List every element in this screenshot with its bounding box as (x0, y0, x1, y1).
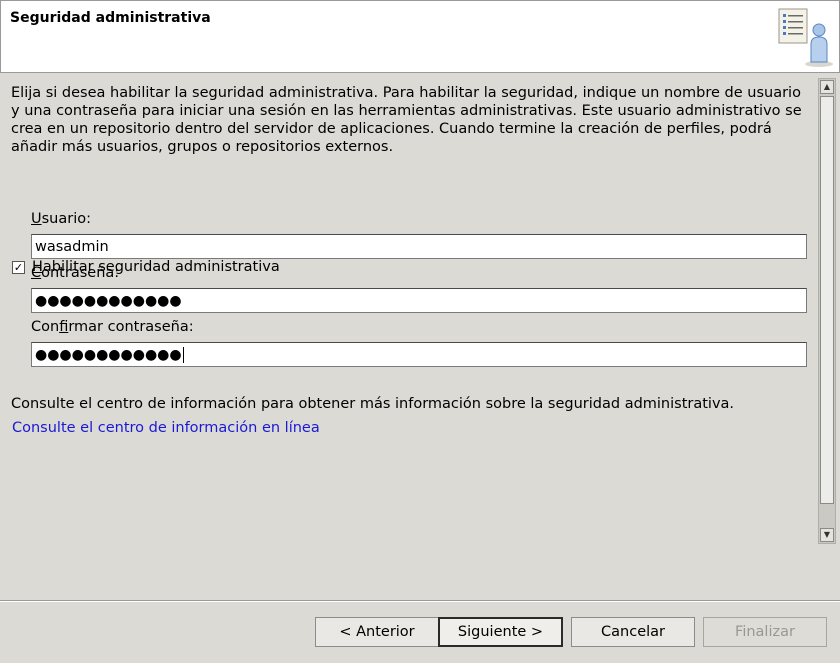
intro-text: Elija si desea habilitar la seguridad ad… (11, 85, 802, 155)
scroll-down-button[interactable]: ▼ (820, 528, 834, 542)
wizard-content: Elija si desea habilitar la seguridad ad… (0, 73, 818, 543)
user-label: Usuario: (31, 211, 92, 227)
arrow-down-icon: ▼ (823, 530, 831, 539)
checklist-user-icon (778, 8, 833, 67)
page-title: Seguridad administrativa (10, 10, 211, 26)
scroll-up-button[interactable]: ▲ (820, 80, 834, 94)
password-label: Contraseña: (31, 265, 120, 281)
back-button[interactable]: < Anterior (315, 617, 439, 647)
next-button[interactable]: Siguiente > (438, 617, 563, 647)
footer-divider-highlight (0, 601, 840, 602)
confirm-password-input[interactable]: ●●●●●●●●●●●● (31, 342, 807, 367)
password-input[interactable]: ●●●●●●●●●●●● (31, 288, 807, 313)
info-center-link[interactable]: Consulte el centro de información en lín… (12, 420, 320, 436)
vertical-scrollbar[interactable]: ▲ ▼ (818, 78, 836, 544)
info-text: Consulte el centro de información para o… (11, 396, 735, 412)
cancel-button[interactable]: Cancelar (571, 617, 695, 647)
arrow-up-icon: ▲ (823, 82, 831, 91)
wizard-header: Seguridad administrativa (0, 0, 840, 72)
text-caret (182, 346, 184, 363)
user-input[interactable]: wasadmin (31, 234, 807, 259)
checkbox-box[interactable]: ✓ (12, 260, 25, 274)
check-icon: ✓ (13, 260, 24, 274)
confirm-password-label: Confirmar contraseña: (31, 319, 194, 335)
finish-button[interactable]: Finalizar (703, 617, 827, 647)
scroll-thumb[interactable] (820, 96, 834, 504)
